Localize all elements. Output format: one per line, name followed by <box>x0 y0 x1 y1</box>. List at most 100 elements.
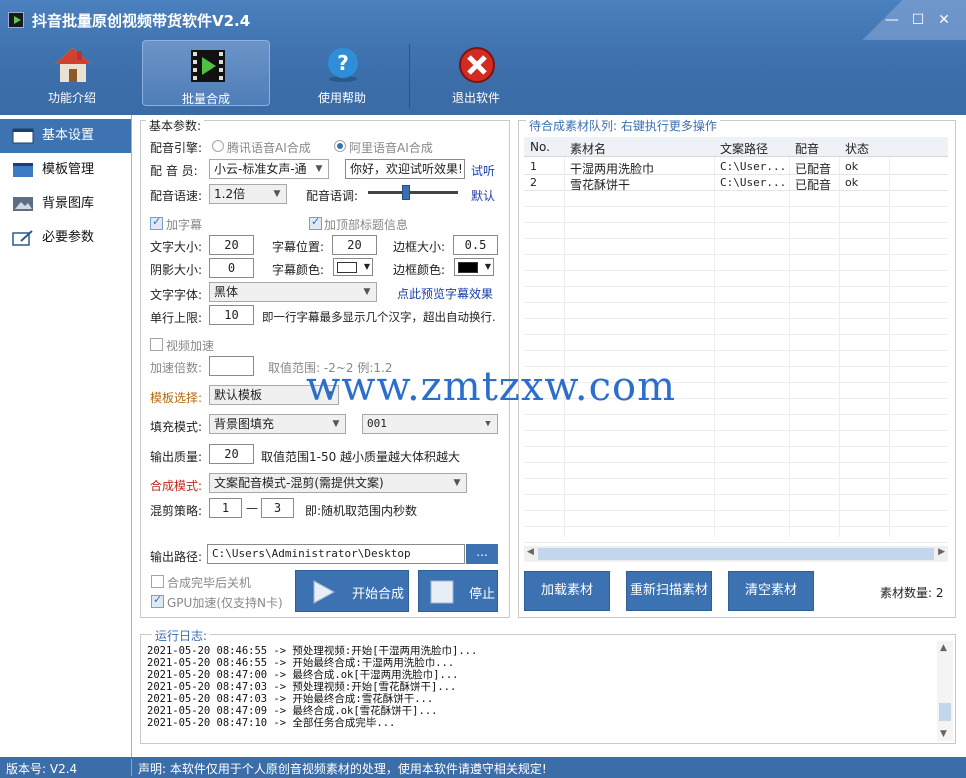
empty-row <box>524 287 948 303</box>
font-size-input[interactable]: 20 <box>209 235 254 255</box>
toolbar-help-button[interactable]: ? 使用帮助 <box>278 40 406 106</box>
fill-mode-select[interactable]: 背景图填充 ▼ <box>209 414 346 434</box>
start-button[interactable]: 开始合成 <box>295 570 409 612</box>
subtitle-pos-input[interactable]: 20 <box>332 235 377 255</box>
listen-link[interactable]: 试听 <box>471 162 495 179</box>
template-icon <box>13 163 33 177</box>
mix-strategy-hint: 即:随机取范围内秒数 <box>305 504 418 518</box>
col-no[interactable]: No. <box>530 140 550 154</box>
fill-mode-value: 背景图填充 <box>214 417 275 431</box>
add-top-title-label[interactable]: 加顶部标题信息 <box>324 216 408 233</box>
col-path[interactable]: 文案路径 <box>720 140 768 157</box>
scroll-right-icon[interactable]: ▶ <box>938 547 945 557</box>
output-path-input[interactable]: C:\Users\Administrator\Desktop <box>207 544 465 564</box>
sidebar-item-background[interactable]: 背景图库 <box>0 187 131 221</box>
table-row[interactable]: 2 雪花酥饼干 C:\User... 已配音 ok <box>524 175 948 192</box>
sidebar-item-template[interactable]: 模板管理 <box>0 153 131 187</box>
border-size-input[interactable]: 0.5 <box>453 235 498 255</box>
minimize-button[interactable]: — <box>884 12 900 28</box>
video-speed-checkbox[interactable] <box>150 338 163 351</box>
scroll-down-icon[interactable]: ▼ <box>940 729 947 739</box>
shutdown-checkbox[interactable] <box>151 575 164 588</box>
queue-horizontal-scrollbar[interactable]: ◀ ▶ <box>524 546 948 562</box>
stop-button[interactable]: 停止 <box>418 570 498 612</box>
chevron-down-icon: ▼ <box>332 419 340 429</box>
speed-select[interactable]: 1.2倍 ▼ <box>209 184 287 204</box>
voice-select[interactable]: 小云-标准女声-通 ▼ <box>209 159 329 179</box>
material-count: 素材数量: 2 <box>880 586 944 600</box>
gpu-label[interactable]: GPU加速(仅支持N卡) <box>167 594 283 611</box>
load-material-button[interactable]: 加载素材 <box>524 571 610 611</box>
shutdown-label[interactable]: 合成完毕后关机 <box>167 574 251 591</box>
cell-path: C:\User... <box>720 176 787 189</box>
add-subtitle-label[interactable]: 加字幕 <box>166 216 202 233</box>
maximize-button[interactable]: ☐ <box>910 12 926 28</box>
toolbar-divider <box>409 44 410 108</box>
template-label: 模板选择: <box>150 391 203 405</box>
border-color-picker[interactable]: ▼ <box>454 258 494 276</box>
toolbar-batch-button[interactable]: 批量合成 <box>142 40 270 106</box>
gpu-checkbox[interactable] <box>151 593 164 608</box>
scroll-left-icon[interactable]: ◀ <box>527 547 534 557</box>
engine-ali-radio[interactable] <box>334 140 346 152</box>
background-select[interactable]: 001 ▼ <box>362 414 498 434</box>
shadow-size-input[interactable]: 0 <box>209 258 254 278</box>
compose-mode-label: 合成模式: <box>150 479 203 493</box>
background-value: 001 <box>367 417 387 430</box>
speed-mult-input[interactable] <box>209 356 254 376</box>
col-voice[interactable]: 配音 <box>795 140 819 157</box>
rescan-material-button[interactable]: 重新扫描素材 <box>626 571 712 611</box>
engine-tencent-label[interactable]: 腾讯语音AI合成 <box>227 139 311 156</box>
scrollbar-thumb[interactable] <box>538 548 934 560</box>
tone-slider-handle[interactable] <box>402 185 410 200</box>
compose-mode-select[interactable]: 文案配音模式-混剪(需提供文案) ▼ <box>209 473 467 493</box>
image-gallery-icon <box>13 197 33 211</box>
col-name[interactable]: 素材名 <box>570 140 606 157</box>
mix-from-input[interactable]: 1 <box>209 498 242 518</box>
clear-material-button[interactable]: 清空素材 <box>728 571 814 611</box>
exit-icon <box>459 47 495 83</box>
toolbar-exit-label: 退出软件 <box>451 91 500 105</box>
video-speed-label[interactable]: 视频加速 <box>166 337 214 354</box>
line-limit-input[interactable]: 10 <box>209 305 254 325</box>
font-family-select[interactable]: 黑体 ▼ <box>209 282 377 302</box>
add-top-title-checkbox[interactable] <box>309 215 322 230</box>
shadow-size-label: 阴影大小: <box>150 263 203 277</box>
browse-button[interactable]: ... <box>466 544 498 564</box>
scroll-up-icon[interactable]: ▲ <box>940 643 947 653</box>
toolbar-exit-button[interactable]: 退出软件 <box>412 40 540 106</box>
fill-mode-label: 填充模式: <box>150 420 203 434</box>
toolbar-intro-button[interactable]: 功能介绍 <box>8 40 136 106</box>
edit-icon <box>12 230 33 246</box>
line-limit-label: 单行上限: <box>150 311 203 325</box>
border-color-label: 边框颜色: <box>393 263 446 277</box>
preview-subtitle-link[interactable]: 点此预览字幕效果 <box>397 285 493 302</box>
empty-row <box>524 271 948 287</box>
quality-input[interactable]: 20 <box>209 444 254 464</box>
sidebar-item-basic-settings[interactable]: 基本设置 <box>0 119 131 153</box>
run-log-panel: 2021-05-20 08:46:55 -> 预处理视频:开始[干湿两用洗脸巾]… <box>140 634 956 744</box>
default-link[interactable]: 默认 <box>471 187 495 204</box>
sidebar-item-params[interactable]: 必要参数 <box>0 221 131 255</box>
log-vertical-scrollbar[interactable]: ▲ ▼ <box>937 641 953 741</box>
engine-tencent-radio[interactable] <box>212 140 224 152</box>
voice-select-value: 小云-标准女声-通 <box>214 162 307 176</box>
engine-ali-label[interactable]: 阿里语音AI合成 <box>349 139 433 156</box>
stop-button-label: 停止 <box>469 587 496 602</box>
test-text-input[interactable]: 你好，欢迎试听效果! <box>345 159 465 179</box>
add-subtitle-checkbox[interactable] <box>150 215 163 230</box>
speed-label: 配音语速: <box>150 189 203 203</box>
run-log-legend: 运行日志: <box>152 627 211 644</box>
chevron-down-icon: ▼ <box>485 419 491 429</box>
compose-mode-value: 文案配音模式-混剪(需提供文案) <box>214 476 384 490</box>
close-button[interactable]: ✕ <box>936 12 952 28</box>
subtitle-color-picker[interactable]: ▼ <box>333 258 373 276</box>
stop-icon <box>430 580 454 604</box>
col-status[interactable]: 状态 <box>845 140 869 157</box>
tone-slider-track[interactable] <box>368 191 458 194</box>
table-row[interactable]: 1 干湿两用洗脸巾 C:\User... 已配音 ok <box>524 159 948 176</box>
mix-to-input[interactable]: 3 <box>261 498 294 518</box>
queue-table[interactable]: No. 素材名 文案路径 配音 状态 1 干湿两用洗脸巾 C:\User... … <box>524 137 948 543</box>
scrollbar-thumb[interactable] <box>939 703 951 721</box>
empty-row <box>524 319 948 335</box>
